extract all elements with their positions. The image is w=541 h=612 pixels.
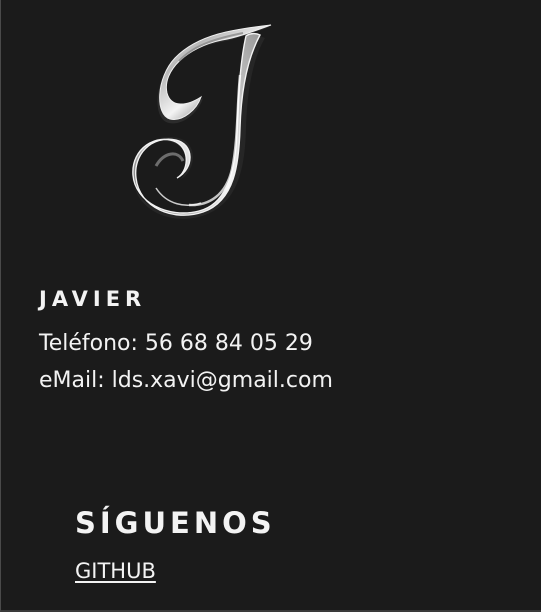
chrome-script-letter-j-icon (131, 24, 272, 219)
follow-us-heading: SÍGUENOS (75, 506, 276, 540)
phone-text: Teléfono: 56 68 84 05 29 (39, 331, 313, 356)
github-link[interactable]: GITHUB (75, 557, 156, 585)
contact-name: JAVIER (39, 287, 147, 311)
contact-panel: JAVIER Teléfono: 56 68 84 05 29 eMail: l… (0, 0, 541, 612)
email-text: eMail: lds.xavi@gmail.com (39, 368, 333, 393)
